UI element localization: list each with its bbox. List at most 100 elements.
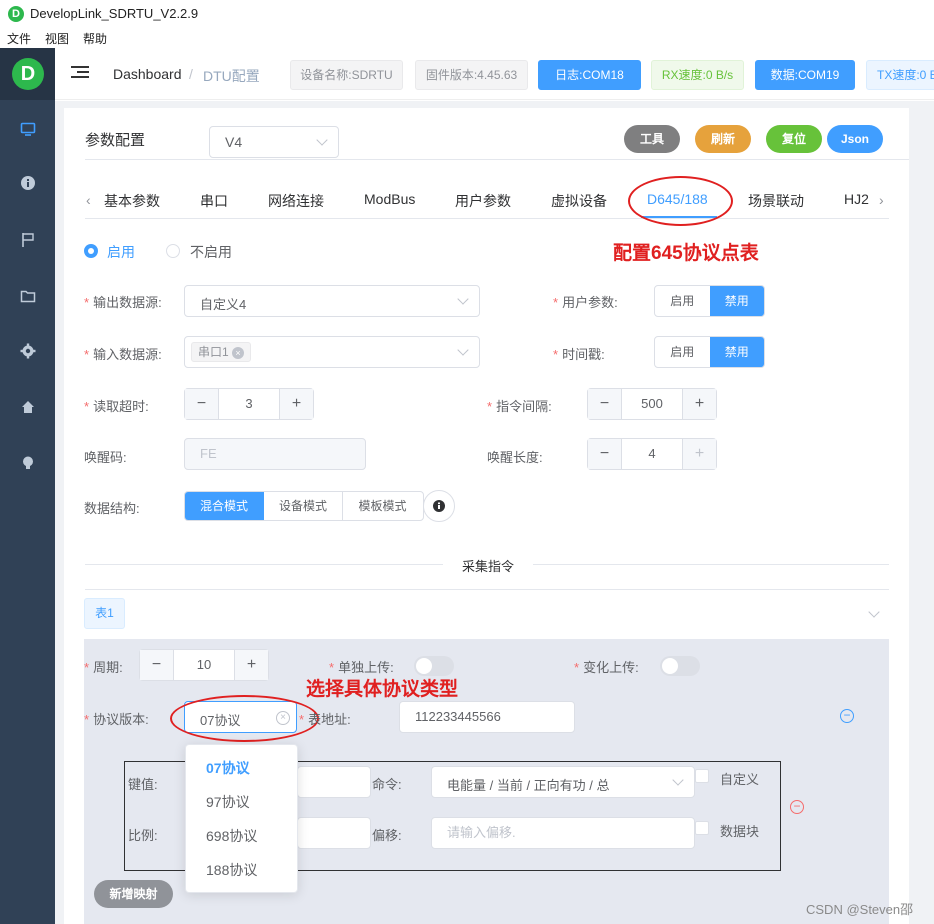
key-label: 键值: (128, 777, 158, 792)
table-tab[interactable]: 表1 (84, 598, 125, 629)
json-button[interactable]: Json (827, 125, 883, 153)
mode-template[interactable]: 模板模式 (343, 492, 422, 520)
reset-button[interactable]: 复位 (766, 125, 822, 153)
window-title: DevelopLink_SDRTU_V2.2.9 (30, 6, 199, 21)
read-timeout-stepper[interactable]: − 3 + (184, 388, 314, 420)
sidebar-brand: D (0, 48, 55, 100)
tabs-next-icon[interactable]: › (879, 192, 884, 208)
mode-device[interactable]: 设备模式 (264, 492, 343, 520)
breadcrumb-home[interactable]: Dashboard (113, 66, 182, 82)
output-source-label: * 输出数据源: (84, 295, 162, 310)
tabs-prev-icon[interactable]: ‹ (86, 192, 91, 208)
version-select[interactable]: V4 (209, 126, 339, 158)
change-upload-switch[interactable] (660, 656, 700, 676)
decrement-button[interactable]: − (185, 389, 218, 419)
bulb-icon[interactable] (19, 455, 37, 473)
title-bar: D DevelopLink_SDRTU_V2.2.9 (0, 0, 934, 28)
key-input[interactable] (297, 766, 371, 798)
tab-modbus[interactable]: ModBus (364, 191, 415, 207)
output-source-select[interactable]: 自定义4 (184, 285, 480, 317)
command-select[interactable]: 电能量 / 当前 / 正向有功 / 总 (431, 766, 695, 798)
header-divider (85, 159, 909, 160)
offset-input[interactable]: 请输入偏移. (431, 817, 695, 849)
single-upload-switch[interactable] (414, 656, 454, 676)
tab-hj2[interactable]: HJ2 (844, 191, 869, 207)
tab-basic[interactable]: 基本参数 (104, 191, 160, 211)
increment-button[interactable]: + (683, 439, 716, 469)
timestamp-enable[interactable]: 启用 (655, 337, 710, 367)
enable-radio-label[interactable]: 启用 (107, 242, 135, 262)
offset-label: 偏移: (372, 828, 402, 843)
decrement-button[interactable]: − (140, 650, 173, 680)
tab-network[interactable]: 网络连接 (268, 191, 324, 211)
tab-virtual-device[interactable]: 虚拟设备 (551, 191, 607, 211)
decrement-button[interactable]: − (588, 389, 621, 419)
increment-button[interactable]: + (235, 650, 268, 680)
home-icon[interactable] (19, 399, 37, 417)
data-struct-segment[interactable]: 混合模式 设备模式 模板模式 (184, 491, 424, 521)
user-param-disable[interactable]: 禁用 (709, 286, 764, 316)
decrement-button[interactable]: − (588, 439, 621, 469)
folder-icon[interactable] (19, 288, 37, 306)
command-label: 命令: (372, 777, 402, 792)
wake-len-value[interactable]: 4 (621, 439, 683, 469)
protocol-option-07[interactable]: 07协议 (186, 751, 297, 785)
period-value[interactable]: 10 (173, 650, 235, 680)
flag-icon[interactable] (19, 232, 37, 250)
data-port-tag[interactable]: 数据:COM19 (755, 60, 855, 90)
user-param-toggle[interactable]: 启用 禁用 (654, 285, 765, 317)
cmd-interval-value[interactable]: 500 (621, 389, 683, 419)
timestamp-disable[interactable]: 禁用 (709, 337, 764, 367)
input-source-label: * 输入数据源: (84, 347, 162, 362)
wake-len-stepper[interactable]: − 4 + (587, 438, 717, 470)
menu-file[interactable]: 文件 (7, 30, 31, 48)
increment-button[interactable]: + (280, 389, 313, 419)
datablock-checkbox[interactable] (695, 821, 709, 835)
menu-help[interactable]: 帮助 (83, 30, 107, 48)
info-icon[interactable] (19, 175, 37, 193)
remove-mapping-icon[interactable]: − (790, 800, 804, 814)
increment-button[interactable]: + (683, 389, 716, 419)
custom-checkbox[interactable] (695, 769, 709, 783)
remove-row-icon[interactable]: − (840, 709, 854, 723)
chevron-down-icon (457, 293, 469, 305)
monitor-icon[interactable] (19, 121, 37, 139)
breadcrumb-current: DTU配置 (203, 68, 260, 84)
cmd-interval-stepper[interactable]: − 500 + (587, 388, 717, 420)
gear-icon[interactable] (19, 343, 37, 361)
disable-radio-label[interactable]: 不启用 (190, 242, 232, 262)
user-param-enable[interactable]: 启用 (655, 286, 710, 316)
data-struct-info-button[interactable] (423, 490, 455, 522)
enable-radio-on[interactable] (84, 244, 98, 258)
input-source-select[interactable]: 串口1 × (184, 336, 480, 368)
rx-speed-tag: RX速度:0 B/s (651, 60, 744, 90)
add-mapping-button[interactable]: 新增映射 (94, 880, 173, 908)
menu-view[interactable]: 视图 (45, 30, 69, 48)
tab-serial[interactable]: 串口 (200, 191, 228, 211)
wake-code-input[interactable]: FE (184, 438, 366, 470)
meter-addr-input[interactable]: 112233445566 (399, 701, 575, 733)
mode-mixed[interactable]: 混合模式 (185, 492, 264, 520)
period-stepper[interactable]: − 10 + (139, 649, 269, 681)
ratio-label: 比例: (128, 828, 158, 843)
annotation-protocol-note: 选择具体协议类型 (306, 679, 459, 700)
tools-button[interactable]: 工具 (624, 125, 680, 153)
ratio-input[interactable] (297, 817, 371, 849)
read-timeout-value[interactable]: 3 (218, 389, 280, 419)
protocol-option-188[interactable]: 188协议 (186, 853, 297, 887)
log-port-tag[interactable]: 日志:COM18 (538, 60, 641, 90)
protocol-option-97[interactable]: 97协议 (186, 785, 297, 819)
user-param-label: * 用户参数: (553, 295, 618, 310)
hamburger-icon[interactable] (71, 66, 89, 80)
datablock-label: 数据块 (720, 824, 760, 839)
protocol-option-698[interactable]: 698协议 (186, 819, 297, 853)
tag-close-icon[interactable]: × (232, 347, 245, 359)
tab-scene-linkage[interactable]: 场景联动 (748, 191, 804, 211)
watermark: CSDN @Steven邵 (806, 902, 914, 917)
refresh-button[interactable]: 刷新 (695, 125, 751, 153)
timestamp-toggle[interactable]: 启用 禁用 (654, 336, 765, 368)
panel-title: 参数配置 (85, 132, 146, 149)
tab-user-params[interactable]: 用户参数 (455, 191, 511, 211)
disable-radio[interactable] (166, 244, 180, 258)
annotation-tab-note: 配置645协议点表 (613, 243, 759, 264)
